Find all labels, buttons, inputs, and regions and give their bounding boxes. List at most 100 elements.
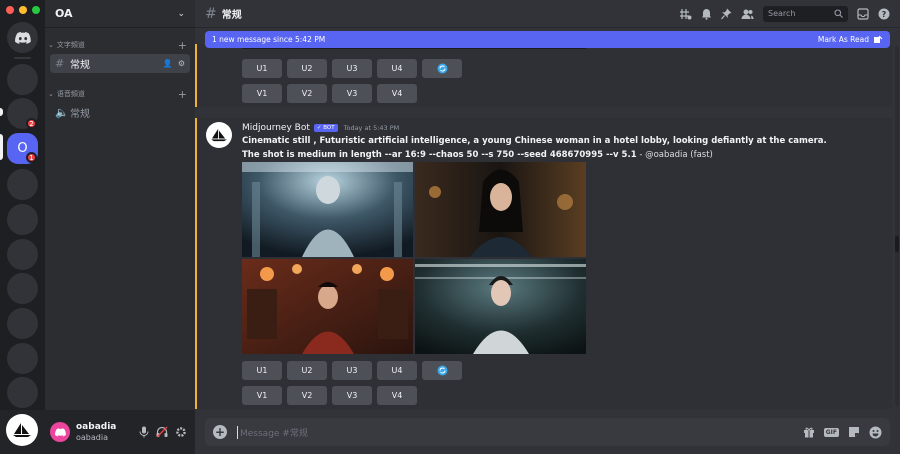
chevron-down-icon: ⌄ xyxy=(177,8,185,19)
author-name[interactable]: Midjourney Bot xyxy=(242,123,310,133)
requester-text: - @oabadia (fast) xyxy=(636,150,713,160)
inbox-icon[interactable] xyxy=(857,7,869,20)
threads-icon[interactable] xyxy=(679,8,692,20)
hashtag-icon: # xyxy=(55,57,65,70)
add-channel-icon[interactable]: + xyxy=(178,88,187,101)
upscale-button[interactable]: U2 xyxy=(287,361,327,380)
headphones-icon[interactable] xyxy=(156,426,168,438)
scrollbar[interactable] xyxy=(895,46,899,406)
server-icon[interactable] xyxy=(7,169,38,200)
gear-icon[interactable]: ⚙ xyxy=(178,59,185,68)
avatar[interactable] xyxy=(50,422,70,442)
sailboat-icon xyxy=(211,128,227,142)
upscale-button[interactable]: U1 xyxy=(242,59,282,78)
upscale-button[interactable]: U4 xyxy=(377,361,417,380)
server-icon[interactable] xyxy=(7,377,38,408)
refresh-icon xyxy=(437,365,447,376)
upscale-button[interactable]: U1 xyxy=(242,361,282,380)
selected-pill xyxy=(0,134,3,160)
variation-button[interactable]: V4 xyxy=(377,386,417,405)
variation-button[interactable]: V3 xyxy=(332,386,372,405)
user-username: oabadia xyxy=(76,432,108,442)
reroll-button[interactable] xyxy=(422,59,462,78)
minimize-window-button[interactable] xyxy=(19,6,27,14)
emoji-icon[interactable] xyxy=(869,426,882,439)
category-voice-channels[interactable]: ⌄ 语音頻道 + xyxy=(45,87,195,101)
channel-label: 常规 xyxy=(70,109,90,120)
help-icon[interactable]: ? xyxy=(878,8,890,20)
message-composer[interactable]: + Message #常规 GIF xyxy=(205,418,890,446)
variation-button[interactable]: V4 xyxy=(377,84,417,103)
bot-badge: ✓ BOT xyxy=(313,124,338,132)
server-icon[interactable] xyxy=(7,64,38,95)
message-input[interactable]: Message #常规 xyxy=(237,425,308,439)
window-controls xyxy=(6,6,40,14)
upscale-button[interactable]: U4 xyxy=(377,59,417,78)
close-window-button[interactable] xyxy=(6,6,14,14)
server-rail: 2 O 1 xyxy=(0,0,45,454)
variation-button[interactable]: V1 xyxy=(242,386,282,405)
server-icon[interactable] xyxy=(7,308,38,339)
channel-label: 常规 xyxy=(70,60,90,71)
prompt-text: Cinematic still , Futuristic artificial … xyxy=(242,136,827,160)
channel-item-text[interactable]: # 常规 👤 ⚙ xyxy=(50,54,190,73)
upscale-button[interactable]: U3 xyxy=(332,59,372,78)
user-display-name: oabadia xyxy=(76,421,117,432)
mic-icon[interactable] xyxy=(139,426,149,438)
variation-row: V1 V2 V3 V4 xyxy=(242,84,417,103)
upscale-button[interactable]: U2 xyxy=(287,59,327,78)
message-item: Midjourney Bot ✓ BOT Today at 5:43 PM Ci… xyxy=(195,118,892,409)
generated-image-3[interactable] xyxy=(242,259,413,354)
reroll-button[interactable] xyxy=(422,361,462,380)
chat-area: # 常规 Search ? U1 U2 U3 U4 V1 V2 V3 V4 1 … xyxy=(195,0,900,454)
members-icon[interactable] xyxy=(741,8,754,20)
mark-as-read-button[interactable]: Mark As Read xyxy=(818,35,869,44)
server-icon[interactable] xyxy=(7,204,38,235)
server-icon[interactable] xyxy=(7,239,38,270)
variation-button[interactable]: V3 xyxy=(332,84,372,103)
invite-icon[interactable]: 👤 xyxy=(163,59,173,68)
discord-window: 2 O 1 OA ⌄ ⌄ 文字頻道 + # 常规 👤 ⚙ ⌄ 语音頻道 + 🔈 … xyxy=(0,0,900,454)
chevron-down-icon: ⌄ xyxy=(48,90,54,98)
variation-button[interactable]: V2 xyxy=(287,386,327,405)
generated-image-2[interactable] xyxy=(415,162,586,257)
server-icon[interactable] xyxy=(7,273,38,304)
midjourney-server-icon[interactable] xyxy=(6,414,38,446)
category-text-channels[interactable]: ⌄ 文字頻道 + xyxy=(45,38,195,52)
add-channel-icon[interactable]: + xyxy=(178,39,187,52)
guild-name: OA xyxy=(55,7,73,20)
gif-icon[interactable]: GIF xyxy=(823,427,839,437)
discord-logo-icon xyxy=(54,427,66,437)
add-attachment-icon[interactable]: + xyxy=(213,425,227,439)
upscale-button[interactable]: U3 xyxy=(332,361,372,380)
speaker-icon: 🔈 xyxy=(55,106,69,119)
sailboat-icon xyxy=(13,423,31,437)
pin-icon[interactable] xyxy=(721,8,732,20)
channel-item-voice[interactable]: 🔈 常规 xyxy=(50,103,190,122)
zoom-window-button[interactable] xyxy=(32,6,40,14)
new-messages-banner[interactable]: 1 new message since 5:42 PM Mark As Read xyxy=(205,31,890,48)
guild-header[interactable]: OA ⌄ xyxy=(45,0,195,28)
bell-icon[interactable] xyxy=(701,8,712,20)
scrollbar-thumb[interactable] xyxy=(895,236,899,252)
rail-separator xyxy=(14,57,31,59)
home-button[interactable] xyxy=(7,22,38,53)
image-grid[interactable] xyxy=(242,162,586,354)
search-icon xyxy=(834,9,843,18)
category-label: 语音頻道 xyxy=(56,90,85,98)
gear-icon[interactable] xyxy=(175,426,187,438)
variation-button[interactable]: V1 xyxy=(242,84,282,103)
server-icon[interactable] xyxy=(7,343,38,374)
avatar[interactable] xyxy=(206,122,232,148)
search-placeholder: Search xyxy=(768,9,796,18)
svg-text:?: ? xyxy=(882,10,887,19)
sticker-icon[interactable] xyxy=(848,426,860,438)
variation-button[interactable]: V2 xyxy=(287,84,327,103)
search-input[interactable]: Search xyxy=(763,5,848,22)
mention-badge: 2 xyxy=(26,118,37,129)
unread-pill xyxy=(0,108,3,116)
generated-image-1[interactable] xyxy=(242,162,413,257)
gift-icon[interactable] xyxy=(803,426,815,438)
message-timestamp: Today at 5:43 PM xyxy=(343,124,400,132)
generated-image-4[interactable] xyxy=(415,259,586,354)
